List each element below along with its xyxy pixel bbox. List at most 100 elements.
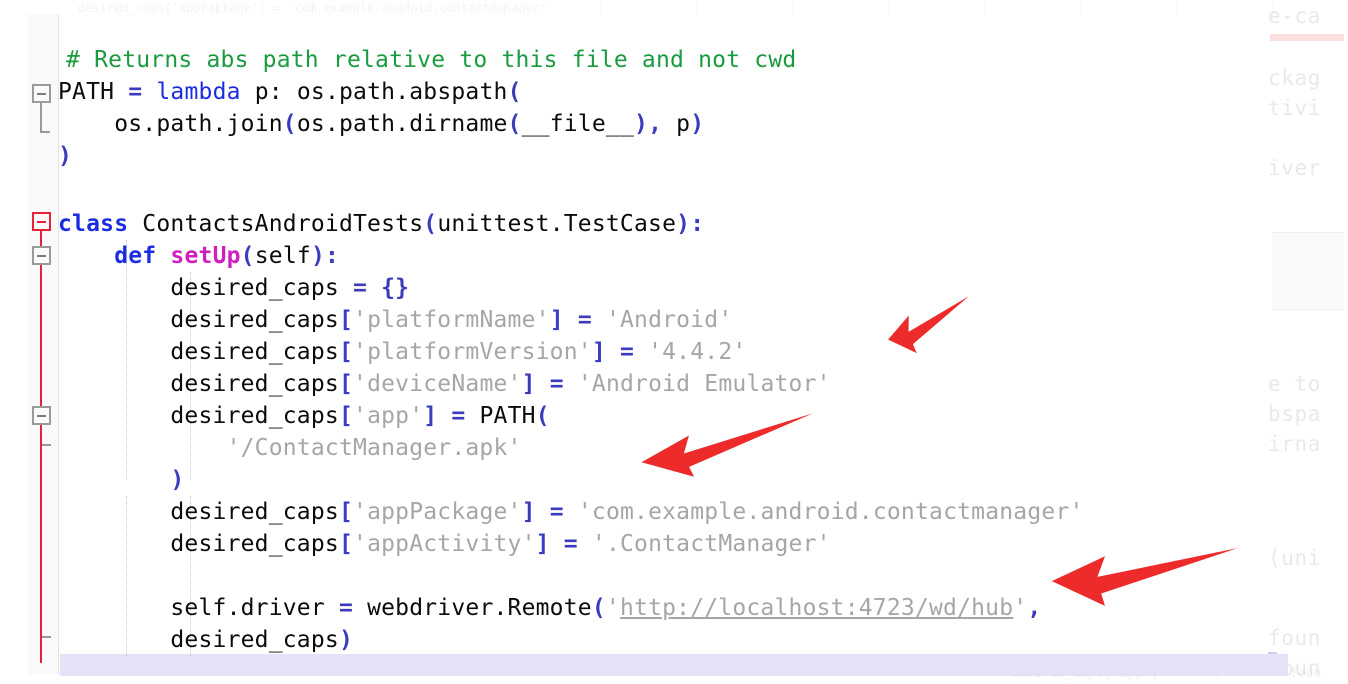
code-token: ): [310, 243, 325, 269]
code-token: ): [690, 111, 705, 137]
code-token: desired_caps: [58, 403, 339, 429]
code-line[interactable]: desired_caps['app'] = PATH(: [58, 400, 550, 432]
code-token: 'appActivity': [353, 531, 536, 557]
code-line[interactable]: desired_caps): [58, 624, 353, 656]
code-token: ): [676, 211, 691, 237]
code-token: :: [690, 211, 705, 237]
code-token: ): [338, 627, 354, 653]
code-token: ]: [535, 531, 550, 557]
code-line[interactable]: desired_caps['appPackage'] = 'com.exampl…: [58, 496, 1084, 528]
code-token: ]: [591, 339, 606, 365]
code-line[interactable]: self.driver = webdriver.Remote('http://l…: [58, 592, 1041, 624]
code-line[interactable]: class ContactsAndroidTests(unittest.Test…: [58, 208, 704, 240]
code-line[interactable]: desired_caps = {}: [58, 272, 409, 304]
fold-tick-driver-line[interactable]: [42, 636, 51, 638]
code-token: self.driver: [58, 595, 339, 621]
code-line[interactable]: PATH = lambda p: os.path.abspath(: [58, 76, 522, 108]
code-token: ]: [423, 403, 438, 429]
code-token: ,: [648, 111, 663, 137]
code-token: PATH: [58, 79, 129, 105]
code-line[interactable]: ): [58, 464, 184, 496]
code-token: 'Android Emulator': [577, 371, 831, 397]
fold-class-body[interactable]: [32, 212, 51, 231]
code-token: ]: [549, 307, 564, 333]
editor-gutter[interactable]: [28, 14, 59, 674]
code-token: (: [240, 243, 255, 269]
code-token: =: [577, 307, 592, 333]
fold-setup-method[interactable]: [32, 246, 51, 265]
code-token: =: [619, 339, 635, 365]
code-token: desired_caps: [58, 499, 339, 525]
code-token: http://localhost:4723/wd/hub: [619, 595, 1014, 621]
code-token: 'platformVersion': [353, 339, 592, 365]
collapse-minus-icon: [37, 414, 46, 417]
fold-path-call[interactable]: [32, 406, 51, 425]
fold-region-foot: [40, 131, 50, 133]
code-token: 'platformName': [353, 307, 550, 333]
code-token: [: [338, 339, 354, 365]
code-token: ,: [1027, 595, 1042, 621]
code-token: p: os.path.abspath: [240, 79, 508, 105]
code-token: :: [325, 243, 340, 269]
code-token: p: [662, 111, 691, 137]
code-token: ]: [521, 371, 536, 397]
code-token: (: [591, 595, 606, 621]
code-line[interactable]: desired_caps['appActivity'] = '.ContactM…: [58, 528, 831, 560]
code-line[interactable]: os.path.join(os.path.dirname(__file__), …: [58, 108, 704, 140]
code-line[interactable]: # Returns abs path relative to this file…: [66, 44, 796, 76]
code-token: =: [563, 531, 578, 557]
code-token: desired_caps: [58, 307, 339, 333]
code-line[interactable]: '/ContactManager.apk': [58, 432, 522, 464]
code-editor-window[interactable]: desired_caps['appPackage'] = 'com.exampl…: [0, 0, 1348, 684]
code-token: [: [338, 371, 354, 397]
collapse-minus-icon: [37, 220, 46, 223]
fold-tick-apk-line[interactable]: [42, 444, 51, 446]
code-token: __file__: [521, 111, 634, 137]
code-token: # Returns abs path relative to this file…: [66, 47, 797, 73]
code-token: desired_caps: [58, 275, 353, 301]
code-token: (: [423, 211, 438, 237]
code-line[interactable]: desired_caps['deviceName'] = 'Android Em…: [58, 368, 831, 400]
code-token: lambda: [156, 79, 241, 105]
code-token: os.path.join: [58, 111, 283, 137]
code-token: os.path.dirname: [296, 111, 508, 137]
fold-path-lambda[interactable]: [32, 84, 51, 103]
code-token: 'com.example.android.contactmanager': [577, 499, 1084, 525]
code-token: ): [634, 111, 649, 137]
code-token: =: [549, 499, 564, 525]
code-line[interactable]: desired_caps['platformName'] = 'Android': [58, 304, 732, 336]
code-token: webdriver.Remote: [353, 595, 592, 621]
fold-region-stem: [40, 103, 42, 131]
code-token: 'deviceName': [353, 371, 522, 397]
code-line[interactable]: ): [58, 140, 72, 172]
code-token: (: [282, 111, 297, 137]
code-text-area[interactable]: # Returns abs path relative to this file…: [58, 0, 1348, 684]
code-token: 'Android': [605, 307, 733, 333]
code-token: ': [605, 595, 620, 621]
code-token: =: [353, 275, 368, 301]
code-token: def: [114, 243, 157, 269]
code-token: [: [338, 307, 354, 333]
code-token: setUp: [170, 243, 241, 269]
code-token: ]: [521, 499, 536, 525]
code-token: '4.4.2': [648, 339, 747, 365]
code-line[interactable]: desired_caps['platformVersion'] = '4.4.2…: [58, 336, 746, 368]
code-token: '.ContactManager': [591, 531, 831, 557]
code-token: 'appPackage': [353, 499, 522, 525]
code-line[interactable]: def setUp(self):: [58, 240, 339, 272]
code-token: ContactsAndroidTests: [128, 211, 424, 237]
code-token: desired_caps: [58, 339, 339, 365]
code-token: desired_caps: [58, 531, 339, 557]
code-token: '/ContactManager.apk': [226, 435, 522, 461]
